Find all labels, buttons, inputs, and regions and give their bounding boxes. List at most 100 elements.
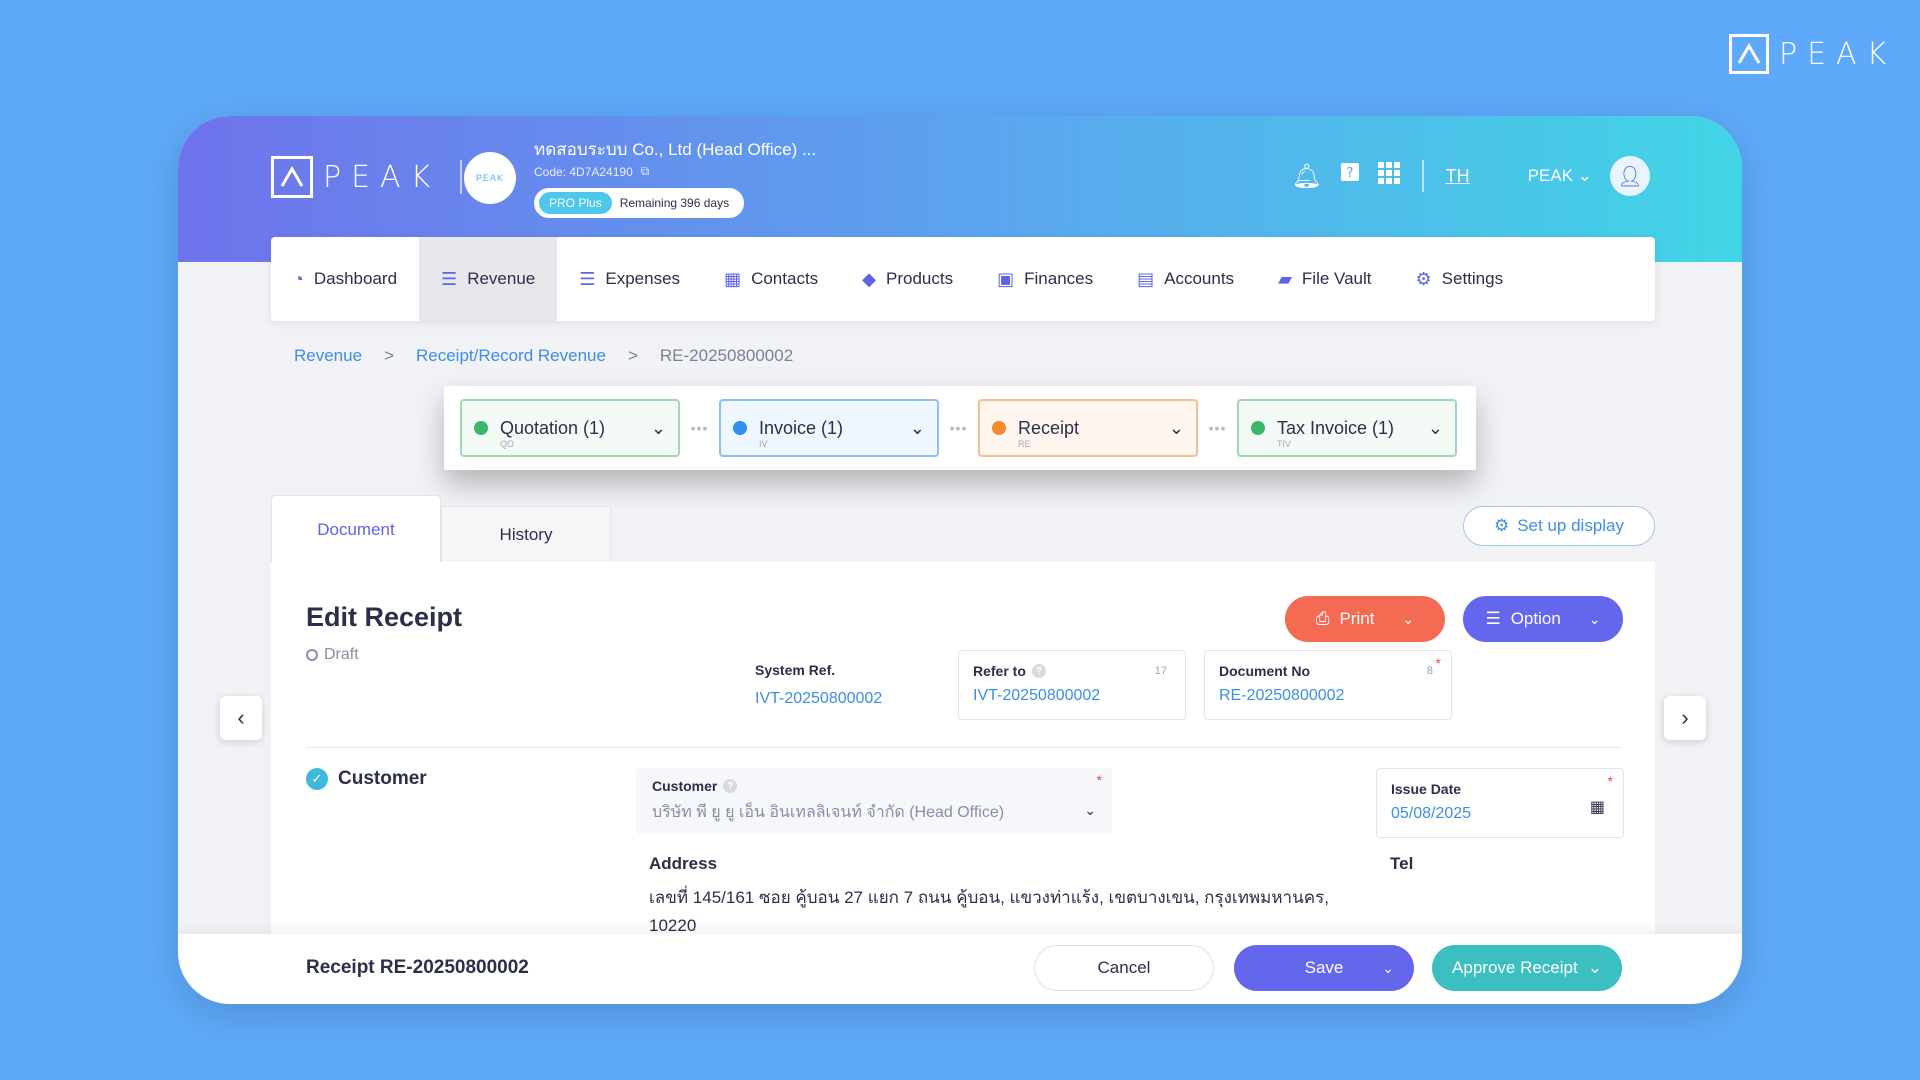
flow-step-tax-invoice[interactable]: Tax Invoice (1) TIV ⌄ [1237,399,1457,457]
flow-step-receipt[interactable]: Receipt RE ⌄ [978,399,1198,457]
plan-badge[interactable]: PRO Plus Remaining 396 days [534,188,745,218]
customer-label-text: Customer [652,778,718,794]
chevron-down-icon: ⌄ [1168,417,1184,438]
language-toggle[interactable]: TH [1446,166,1470,187]
app-window: PEAK PEAK ทดสอบระบบ Co., Ltd (Head Offic… [178,116,1742,1004]
refer-to-field[interactable]: Refer to? 17 IVT-20250800002 [958,650,1186,720]
document-no-label: Document No [1219,663,1310,679]
main-nav: ◔ Dashboard ☰ Revenue ☰ Expenses ▦ Contacts … [271,237,1655,321]
nav-contacts[interactable]: ▦ Contacts [702,237,840,321]
nav-expenses[interactable]: ☰ Expenses [557,237,702,321]
user-avatar[interactable]: 👤︎ [1610,156,1650,196]
issue-date-label: Issue Date [1391,781,1462,797]
chevron-down-icon: ⌄ [1084,802,1096,818]
user-menu[interactable]: PEAK ⌄ [1528,166,1592,186]
plan-name: PRO Plus [539,192,612,214]
customer-label: Customer? [652,778,1096,794]
accounts-icon: ▤ [1137,268,1155,289]
status-dot [733,421,747,435]
breadcrumb-separator: > [627,346,638,365]
issue-date-field[interactable]: Issue Date * 05/08/2025 ▦ [1376,768,1624,838]
company-avatar[interactable]: PEAK [464,152,516,204]
tel-label: Tel [1390,854,1414,873]
customer-select[interactable]: Customer? * บริษัท พี ยู ยู เอ็น อินเทลล… [636,768,1112,834]
bell-icon[interactable]: 🔔︎ [1291,162,1321,191]
status-text: Draft [324,646,359,663]
action-bar-title: Receipt RE-20250800002 [306,957,529,978]
peak-logo-text: PEAK [323,159,441,195]
nav-label: File Vault [1301,269,1372,288]
flow-step-invoice[interactable]: Invoice (1) IV ⌄ [719,399,939,457]
breadcrumb-receipt[interactable]: Receipt/Record Revenue [416,346,606,366]
flow-step-label: Invoice (1) [759,417,844,438]
cancel-button[interactable]: Cancel [1034,945,1214,991]
previous-document-button[interactable]: ‹ [220,696,262,740]
header-divider [1421,160,1424,192]
chevron-left-icon: ‹ [237,705,245,730]
nav-revenue[interactable]: ☰ Revenue [419,237,558,321]
help-icon[interactable]: ? [1031,664,1046,678]
chevron-down-icon: ⌄ [1588,610,1601,627]
breadcrumb-current: RE-20250800002 [659,346,794,365]
nav-settings[interactable]: ⚙ Settings [1394,237,1526,321]
nav-finances[interactable]: ▣ Finances [975,237,1115,321]
corner-peak-logo: PEAK [1729,34,1896,74]
gear-icon: ⚙ [1415,268,1432,289]
calendar-icon[interactable]: ▦ [1590,797,1605,817]
document-no-field[interactable]: Document No 8 * RE-20250800002 [1204,650,1452,720]
svg-text:?: ? [1346,166,1353,181]
nav-dashboard[interactable]: ◔ Dashboard [271,237,419,321]
print-button[interactable]: ⎙ Print ⌄ [1285,596,1445,642]
refer-to-label-text: Refer to [973,663,1026,679]
option-button[interactable]: ☰ Option ⌄ [1463,596,1623,642]
tab-history[interactable]: History [441,506,611,563]
nav-accounts[interactable]: ▤ Accounts [1115,237,1256,321]
address-text: เลขที่ 145/161 ซอย คู้บอน 27 แยก 7 ถนน ค… [649,888,1329,935]
chevron-down-icon[interactable]: ⌄ [1382,960,1394,977]
revenue-icon: ☰ [441,268,458,289]
required-marker: * [1435,655,1441,671]
header-actions: 🔔︎ ? TH PEAK ⌄ 👤︎ [1291,156,1650,196]
help-icon[interactable]: ? [723,779,738,793]
tab-document[interactable]: Document [271,495,441,563]
flow-step-code: TIV [1277,439,1292,449]
approve-receipt-button[interactable]: Approve Receipt ⌄ [1432,945,1622,991]
system-ref-value[interactable]: IVT-20250800002 [755,690,882,708]
refer-to-label: Refer to? [973,663,1171,679]
app-logo[interactable]: PEAK [271,156,463,198]
nav-label: Products [886,269,954,288]
flow-step-quotation[interactable]: Quotation (1) QO ⌄ [460,399,680,457]
status-badge: Draft [306,646,359,664]
nav-products[interactable]: ◆ Products [840,237,975,321]
setup-display-button[interactable]: ⚙ Set up display [1463,506,1655,546]
chevron-down-icon: ⌄ [1427,417,1443,438]
option-label: Option [1510,609,1561,628]
next-document-button[interactable]: › [1664,696,1706,740]
help-icon[interactable]: ? [1340,162,1360,191]
save-button[interactable]: Save ⌄ [1234,945,1414,991]
peak-logo-mark [271,156,313,198]
refer-to-count: 17 [1154,665,1167,677]
flow-step-label: Tax Invoice (1) [1277,417,1395,438]
refer-to-value: IVT-20250800002 [973,687,1101,704]
user-name: PEAK [1527,166,1574,185]
document-no-count: 8 [1426,665,1433,677]
check-circle-icon: ✓ [306,768,328,790]
section-divider [306,747,1620,748]
status-dot [1251,421,1265,435]
dashboard-icon: ◔ [293,268,304,289]
breadcrumb-revenue[interactable]: Revenue [294,346,362,366]
nav-label: Dashboard [313,269,398,288]
nav-label: Finances [1024,269,1094,288]
company-code-text: Code: 4D7A24190 [534,164,633,179]
company-name[interactable]: ทดสอบระบบ Co., Ltd (Head Office) ... [534,136,816,163]
action-bar: Receipt RE-20250800002 Cancel Save ⌄ App… [178,934,1742,1004]
apps-grid-icon[interactable] [1377,161,1400,191]
expenses-icon: ☰ [579,268,596,289]
nav-label: Revenue [467,269,536,288]
chevron-down-icon: ⌄ [1577,166,1592,185]
breadcrumb-separator: > [384,346,394,365]
copy-icon[interactable]: ⧉ [641,164,650,179]
gear-icon: ⚙ [1493,516,1510,535]
nav-file-vault[interactable]: ▰ File Vault [1256,237,1393,321]
